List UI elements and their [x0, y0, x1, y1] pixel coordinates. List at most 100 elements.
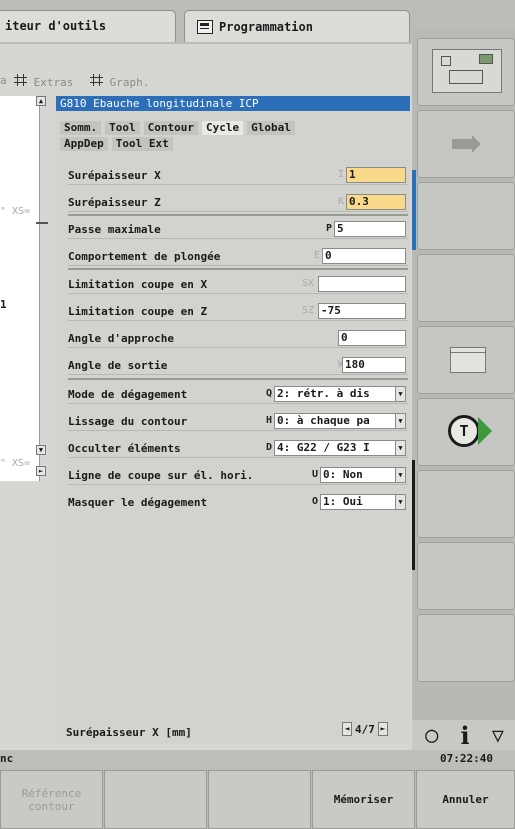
chevron-down-icon[interactable]: ▼: [395, 387, 405, 401]
menu-item-graph[interactable]: Graph.: [90, 74, 149, 89]
view-scroll-right[interactable]: ►: [36, 466, 46, 476]
field-input[interactable]: -75: [318, 303, 406, 319]
field-code: U: [311, 469, 318, 480]
field-row: Angle d'approche A 0: [68, 328, 408, 348]
dialog-tabs-row1: Somm. Tool Contour Cycle Global: [60, 121, 295, 135]
xs-label-top: " XS=: [0, 206, 31, 217]
softkey-empty-2[interactable]: [417, 254, 515, 322]
view-scroll-down[interactable]: ▼: [36, 445, 46, 455]
tab-global[interactable]: Global: [247, 121, 295, 135]
field-select-value: 4: G22 / G23 I: [277, 441, 370, 454]
softkey-reference-contour[interactable]: Référence contour: [0, 770, 103, 829]
softkey-empty-bottom-2[interactable]: [208, 770, 311, 829]
field-label: Surépaisseur X: [68, 169, 161, 182]
section-divider: [68, 214, 408, 216]
field-row: Passe maximale P 5: [68, 219, 408, 239]
menu-item-extras[interactable]: Extras: [14, 74, 73, 89]
field-select[interactable]: 4: G22 / G23 I ▼: [274, 440, 406, 456]
field-input[interactable]: 5: [334, 221, 406, 237]
tab-appdep[interactable]: AppDep: [60, 137, 108, 151]
softkey-cancel[interactable]: Annuler: [416, 770, 515, 829]
softkey-save[interactable]: Mémoriser: [312, 770, 415, 829]
field-select[interactable]: 0: Non ▼: [320, 467, 406, 483]
machine-icon: [432, 49, 502, 93]
triangle-down-icon[interactable]: ▽: [492, 723, 504, 747]
page-indicator: ◄ 4/7 ►: [342, 722, 388, 736]
field-select-value: 0: Non: [323, 468, 363, 481]
tab-cycle[interactable]: Cycle: [201, 121, 244, 135]
field-select[interactable]: 1: Oui ▼: [320, 494, 406, 510]
tab-tool-ext[interactable]: Tool Ext: [111, 137, 173, 151]
field-select[interactable]: 2: rétr. à dis ▼: [274, 386, 406, 402]
field-input[interactable]: 1: [346, 167, 406, 183]
field-label: Comportement de plongée: [68, 250, 221, 263]
contour-view[interactable]: " XS= 1 " XS=: [0, 96, 40, 481]
softkey-empty-4[interactable]: [417, 542, 515, 610]
softkey-machine[interactable]: [417, 38, 515, 106]
field-select[interactable]: 0: à chaque pa ▼: [274, 413, 406, 429]
xs-label-bottom: " XS=: [0, 458, 31, 469]
refresh-icon[interactable]: ○: [425, 723, 438, 748]
field-row: Limitation coupe en Z SZ -75: [68, 301, 408, 321]
field-row: Ligne de coupe sur él. hori. U 0: Non ▼: [68, 465, 408, 485]
field-label: Masquer le dégagement: [68, 496, 208, 509]
softkey-empty-3[interactable]: [417, 470, 515, 538]
chevron-down-icon[interactable]: ▼: [395, 441, 405, 455]
softkey-arrow[interactable]: [417, 110, 515, 178]
tab-tool[interactable]: Tool: [105, 121, 140, 135]
field-label: Limitation coupe en Z: [68, 305, 208, 318]
field-input[interactable]: [318, 276, 406, 292]
dialog-tabs-row2: AppDep Tool Ext: [60, 137, 173, 151]
info-icon[interactable]: i: [461, 721, 470, 750]
field-row: Masquer le dégagement O 1: Oui ▼: [68, 492, 408, 512]
field-label: Surépaisseur Z: [68, 196, 161, 209]
grid-icon: [90, 74, 103, 86]
field-label: Ligne de coupe sur él. hori.: [68, 469, 254, 482]
tab-somm[interactable]: Somm.: [60, 121, 102, 135]
tool-t-icon: T: [448, 415, 480, 447]
view-scroll-up[interactable]: ▲: [36, 96, 46, 106]
field-input[interactable]: 180: [342, 357, 406, 373]
menu-item-partial: a: [0, 74, 7, 87]
view-marker: 1: [0, 298, 7, 311]
field-code: E: [313, 250, 320, 261]
next-page-arrow-icon[interactable]: ►: [377, 722, 388, 736]
arrow-icon: [452, 139, 474, 149]
section-divider: [68, 268, 408, 270]
prev-page-arrow-icon[interactable]: ◄: [342, 722, 352, 736]
field-code: D: [265, 442, 272, 453]
softkey-separator-dark: [412, 460, 415, 570]
softkey-tool[interactable]: T: [417, 398, 515, 466]
field-code: K: [337, 196, 344, 207]
tab-tool-editor[interactable]: iteur d'outils: [0, 10, 176, 42]
field-row: Limitation coupe en X SX: [68, 274, 408, 294]
field-row: Comportement de plongée E 0: [68, 246, 408, 266]
tab-contour[interactable]: Contour: [143, 121, 198, 135]
field-row: Angle de sortie W 180: [68, 355, 408, 375]
view-divider: [36, 222, 48, 224]
softkey-empty-1[interactable]: [417, 182, 515, 250]
field-label: Passe maximale: [68, 223, 161, 236]
tool-arrow-icon: [478, 417, 492, 445]
field-input[interactable]: 0: [322, 248, 406, 264]
softkey-empty-bottom-1[interactable]: [104, 770, 207, 829]
field-row: Surépaisseur X I 1: [68, 165, 408, 185]
softkey-table[interactable]: [417, 326, 515, 394]
chevron-down-icon[interactable]: ▼: [395, 468, 405, 482]
field-row: Surépaisseur Z K 0.3: [68, 192, 408, 212]
chevron-down-icon[interactable]: ▼: [395, 414, 405, 428]
field-label: Occulter éléments: [68, 442, 181, 455]
field-input[interactable]: 0.3: [346, 194, 406, 210]
nc-status: nc: [0, 752, 14, 765]
field-row: Lissage du contour H 0: à chaque pa ▼: [68, 411, 408, 431]
chevron-down-icon[interactable]: ▼: [395, 495, 405, 509]
dialog-title: G810 Ebauche longitudinale ICP: [56, 96, 410, 111]
softkey-empty-5[interactable]: [417, 614, 515, 682]
field-code: SX: [301, 278, 314, 289]
field-code: O: [311, 496, 318, 507]
field-label: Angle d'approche: [68, 332, 174, 345]
tab-programming[interactable]: Programmation: [184, 10, 410, 42]
menu-bar: a Extras Graph.: [0, 70, 412, 92]
field-input[interactable]: 0: [338, 330, 406, 346]
field-row: Mode de dégagement Q 2: rétr. à dis ▼: [68, 384, 408, 404]
